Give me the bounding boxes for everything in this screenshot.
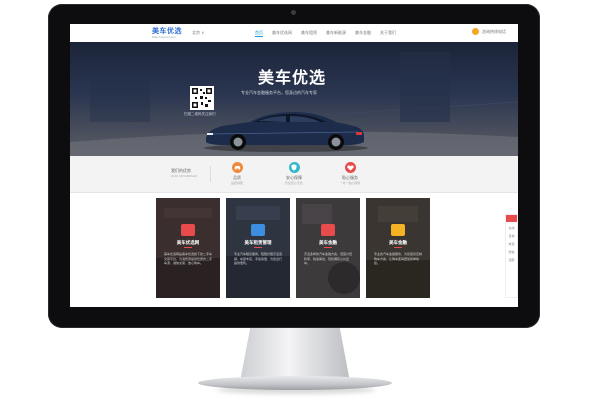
phone-hotline[interactable]: 咨询热线电话 xyxy=(472,28,506,35)
card-divider xyxy=(254,247,262,248)
nav-menu: 首页 美车优选网 美车租赁 美车新能源 美车金融 关于我们 xyxy=(255,30,396,37)
car-image xyxy=(204,112,368,152)
sidebar-item-online[interactable]: 在线 xyxy=(506,226,517,230)
phone-icon xyxy=(472,28,479,35)
nav-item-used-cars[interactable]: 美车优选网 xyxy=(272,30,292,37)
card-title: 美车金融 xyxy=(319,241,337,246)
city-selector[interactable]: 北京 ∨ xyxy=(192,30,204,36)
card-divider xyxy=(394,247,402,248)
service-card-rental[interactable]: 美车租赁管理 专业汽车租赁服务，短租长租灵活选择，车型丰富，手续简便，为您出行提… xyxy=(226,198,290,298)
monitor-stand-base xyxy=(198,376,392,390)
sidebar-item-wechat[interactable]: 微信 xyxy=(506,250,517,254)
card-background-image xyxy=(296,198,360,298)
browser-screen: 美车优选 Meicheyouxuan 北京 ∨ 首页 美车优选网 美车租赁 美车… xyxy=(70,24,518,307)
logo-text: 美车优选 xyxy=(152,27,182,35)
card-background-image xyxy=(226,198,290,298)
advantage-subtitle: 售后安心无忧 xyxy=(284,181,303,185)
nav-item-finance[interactable]: 美车金融 xyxy=(355,30,371,37)
brand-logo[interactable]: 美车优选 Meicheyouxuan xyxy=(152,27,182,39)
sidebar-item-phone[interactable]: 电话 xyxy=(506,242,517,246)
service-card-finance-2[interactable]: 美车金融 专业的汽车金融服务，为您量身定制购车方案，让购车变得更加简单快捷。 xyxy=(366,198,430,298)
shield-icon xyxy=(288,162,300,173)
monitor-bezel: 美车优选 Meicheyouxuan 北京 ∨ 首页 美车优选网 美车租赁 美车… xyxy=(48,4,540,328)
card-title: 美车金融 xyxy=(389,241,407,246)
phone-label: 咨询热线电话 xyxy=(482,28,506,34)
floating-sidebar: 在线 咨询 电话 微信 顶部 xyxy=(505,214,518,298)
advantages-label: 我们的优势 OUR ADVANTAGE xyxy=(171,168,197,178)
sidebar-item-consult[interactable]: 咨询 xyxy=(506,234,517,238)
nav-item-about[interactable]: 关于我们 xyxy=(380,30,396,37)
advantages-subtitle: OUR ADVANTAGE xyxy=(171,174,197,178)
sidebar-header xyxy=(506,215,517,222)
card-description: 专业的汽车金融服务，为您量身定制购车方案，让购车变得更加简单快捷。 xyxy=(374,252,423,265)
card-background-image xyxy=(366,198,430,298)
hero-subtitle: 专业汽车金融服务平台，您身边的汽车专家 xyxy=(241,90,317,95)
nav-item-rental[interactable]: 美车租赁 xyxy=(301,30,317,37)
advantage-subtitle: 一对一贴心服务 xyxy=(339,181,361,185)
nav-item-new-energy[interactable]: 美车新能源 xyxy=(326,30,346,37)
advantage-item-service[interactable]: 贴心服务 一对一贴心服务 xyxy=(330,162,370,185)
key-icon xyxy=(251,224,265,236)
car-icon xyxy=(181,224,195,236)
car-icon xyxy=(231,162,243,173)
money-icon xyxy=(321,224,335,236)
advantage-item-assurance[interactable]: 安心保障 售后安心无忧 xyxy=(274,162,314,185)
advantages-bar: 我们的优势 OUR ADVANTAGE 品质 品质保障 安心保障 售后安心无忧 xyxy=(70,156,518,193)
coin-icon xyxy=(391,224,405,236)
nav-item-home[interactable]: 首页 xyxy=(255,30,263,37)
card-description: 美车优选网是美车优选旗下的二手车交易平台，为消费者提供优质的二手车源，诚信交易，… xyxy=(164,252,213,265)
card-description: 专业汽车租赁服务，短租长租灵活选择，车型丰富，手续简便，为您出行提供便利。 xyxy=(234,252,283,265)
card-title: 美车优选网 xyxy=(176,241,200,246)
monitor-stand-neck xyxy=(240,328,350,378)
top-navigation: 美车优选 Meicheyouxuan 北京 ∨ 首页 美车优选网 美车租赁 美车… xyxy=(70,24,518,43)
advantage-item-quality[interactable]: 品质 品质保障 xyxy=(217,162,257,185)
card-description: 灵活多样的汽车金融方案，低首付低利率，快速审批，轻松拥有心仪爱车。 xyxy=(304,252,353,265)
card-divider xyxy=(184,247,192,248)
advantage-subtitle: 品质保障 xyxy=(230,181,243,185)
service-card-used-cars[interactable]: 美车优选网 美车优选网是美车优选旗下的二手车交易平台，为消费者提供优质的二手车源… xyxy=(156,198,220,298)
hero-title: 美车优选 xyxy=(258,68,327,87)
sidebar-item-top[interactable]: 顶部 xyxy=(506,258,517,262)
service-cards: 美车优选网 美车优选网是美车优选旗下的二手车交易平台，为消费者提供优质的二手车源… xyxy=(156,198,430,298)
webcam-dot xyxy=(291,10,296,15)
service-card-finance[interactable]: 美车金融 灵活多样的汽车金融方案，低首付低利率，快速审批，轻松拥有心仪爱车。 xyxy=(296,198,360,298)
advantages-divider xyxy=(210,166,211,182)
heart-icon xyxy=(344,162,356,173)
card-title: 美车租赁管理 xyxy=(244,241,272,246)
logo-subtext: Meicheyouxuan xyxy=(152,35,176,39)
card-background-image xyxy=(156,198,220,298)
card-divider xyxy=(324,247,332,248)
hero-banner: 美车优选 专业汽车金融服务平台，您身边的汽车专家 扫描二维码关注我们 xyxy=(70,42,518,156)
